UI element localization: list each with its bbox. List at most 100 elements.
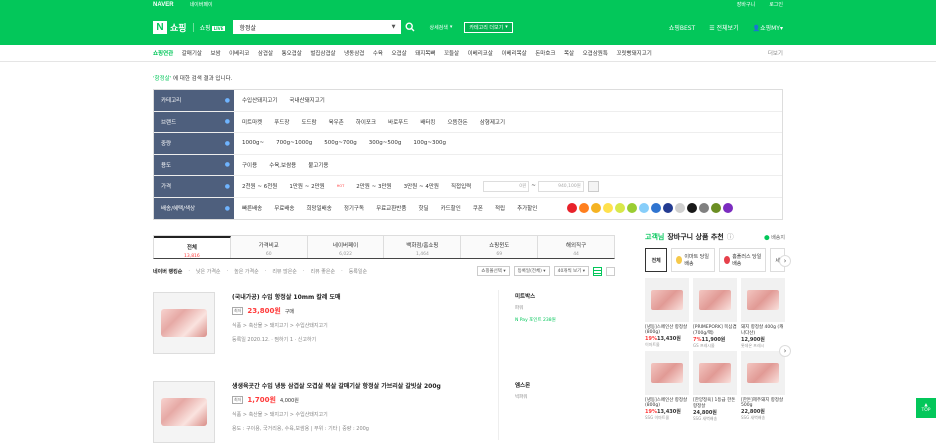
sort-option[interactable]: 리뷰 좋은순 [311, 268, 336, 275]
detail-search-button[interactable]: 상세검색 ▾ [429, 24, 452, 31]
info-icon[interactable]: ⓘ [727, 232, 734, 242]
page-size-select[interactable]: 40개씩 보기 ▾ [553, 266, 589, 276]
result-tab[interactable]: 쇼핑윈도 69 [461, 236, 539, 258]
filter-option[interactable]: 카드할인 [441, 204, 461, 212]
color-swatch[interactable] [603, 203, 614, 214]
delivery-address-link[interactable]: ⬤ 배송지 [764, 234, 785, 241]
related-keyword[interactable]: 이베리코살 [468, 49, 493, 57]
color-swatch[interactable] [591, 203, 602, 214]
recommend-card[interactable]: [냉동]스페인산 항정살 (800g) 19%13,430원 SSG 이마트몰 [645, 351, 689, 422]
expand-dot-icon[interactable]: ● [225, 97, 230, 104]
recommend-tab[interactable]: 홈플러스 당일배송 [719, 248, 767, 272]
scroll-top-button[interactable]: ▲ TOP [916, 398, 936, 418]
cart-link[interactable]: 장바구니 [737, 1, 755, 8]
filter-option[interactable]: 삼형제고기 [480, 118, 505, 126]
filter-option[interactable]: 무료교환반품 [376, 204, 406, 212]
next-tab-arrow[interactable]: › [779, 255, 791, 267]
color-swatch[interactable] [711, 203, 722, 214]
filter-option[interactable]: 빠른배송 [242, 204, 262, 212]
related-keyword[interactable]: 쇼핑연관 [153, 49, 173, 57]
color-swatch[interactable] [687, 203, 698, 214]
filter-option[interactable]: 500g~700g [324, 140, 357, 146]
related-keyword[interactable]: 보쌈 [211, 49, 221, 57]
filter-option[interactable]: 무료배송 [274, 204, 294, 212]
related-keyword[interactable]: 돼지목뼈 [415, 49, 435, 57]
sort-option[interactable]: 낮은 가격순 [196, 268, 221, 275]
filter-option[interactable]: 1만원 ~ 2만원 [289, 182, 324, 190]
filter-option[interactable]: 바로푸드 [388, 118, 408, 126]
naver-n-logo[interactable]: N [153, 20, 167, 34]
filter-option[interactable]: 1000g~ [242, 140, 264, 146]
naver-pay-link[interactable]: 네이버페이 [190, 1, 213, 8]
filter-option[interactable]: 으뜸한돈 [448, 118, 468, 126]
filter-option[interactable]: 국내산돼지고기 [289, 96, 324, 104]
filter-option[interactable]: 3만원 ~ 4만원 [404, 182, 439, 190]
color-swatch[interactable] [627, 203, 638, 214]
related-keyword[interactable]: 돈마호크 [535, 49, 555, 57]
related-keyword[interactable]: 벌집삼겹살 [310, 49, 335, 57]
filter-option[interactable]: 하이포크 [356, 118, 376, 126]
filter-option[interactable]: 쿠폰 [473, 204, 483, 212]
related-keyword[interactable]: 오겹삼원특 [583, 49, 608, 57]
result-tab[interactable]: 해외직구 44 [538, 236, 614, 258]
filter-option[interactable]: 100g~300g [413, 140, 446, 146]
next-card-arrow[interactable]: › [779, 345, 791, 357]
result-tab[interactable]: 네이버페이 6,022 [307, 236, 385, 258]
result-tab[interactable]: 가격비교 60 [230, 236, 308, 258]
filter-option[interactable]: 도드람 [301, 118, 316, 126]
filter-option[interactable]: 적립 [495, 204, 505, 212]
related-keyword[interactable]: 목살 [564, 49, 574, 57]
filter-option[interactable]: 추가할인 [517, 204, 537, 212]
expand-dot-icon[interactable]: ● [225, 140, 230, 147]
color-swatch[interactable] [651, 203, 662, 214]
mall-select[interactable]: 쇼핑몰선택 ▾ [477, 266, 510, 276]
shopping-best-link[interactable]: 쇼핑BEST [669, 23, 695, 32]
search-input[interactable]: 항정살 ▼ [233, 20, 402, 34]
product-title[interactable]: (국내가공) 수입 항정살 10mm 칼레 도매 [232, 292, 492, 301]
recommend-card[interactable]: [한양정육] 1등급 한돈 항정살 24,800원 SSG 새벽배송 [693, 351, 737, 422]
grid-view-icon[interactable] [606, 266, 615, 276]
related-keyword[interactable]: 오겹살 [392, 49, 407, 57]
product-price[interactable]: 23,800원 [247, 306, 280, 316]
search-button[interactable] [403, 20, 417, 34]
filter-option[interactable]: 직접입력 [451, 182, 471, 190]
recommend-tab[interactable]: 전체 [645, 248, 668, 272]
expand-dot-icon[interactable]: ● [225, 161, 230, 168]
related-keyword[interactable]: 삼겹살 [258, 49, 273, 57]
color-swatch[interactable] [663, 203, 674, 214]
related-keyword[interactable]: 냉동삼겹 [344, 49, 364, 57]
related-keyword[interactable]: 꼬들살 [444, 49, 459, 57]
filter-option[interactable]: 불고기용 [308, 161, 328, 169]
recommend-tab[interactable]: 이마트 당일배송 [671, 248, 716, 272]
search-dropdown-icon[interactable]: ▼ [392, 24, 396, 30]
naver-logo[interactable]: NAVER [153, 2, 174, 8]
related-keyword[interactable]: 수육 [373, 49, 383, 57]
category-more-button[interactable]: 카테고리 더보기 ▾ [464, 21, 513, 33]
filter-option[interactable]: 300g~500g [369, 140, 402, 146]
color-swatch[interactable] [639, 203, 650, 214]
color-swatch[interactable] [675, 203, 686, 214]
product-title[interactable]: 생생육곳간 수입 냉동 삼겹살 오겹살 목살 갈매기살 항정살 가브리살 갈빗살… [232, 381, 492, 390]
filter-option[interactable]: 미트마켓 [242, 118, 262, 126]
color-swatch[interactable] [567, 203, 578, 214]
price-search-button[interactable] [587, 180, 599, 192]
recommend-card[interactable]: 돼지 항정살 400g (캐나다산) 12,900원 롯데온 프레시 [741, 278, 785, 349]
color-swatch[interactable] [579, 203, 590, 214]
product-thumbnail[interactable] [153, 292, 215, 354]
view-all-link[interactable]: ☰ 전체보기 [709, 23, 738, 32]
sort-option[interactable]: 높은 가격순 [234, 268, 259, 275]
filter-option[interactable]: 푸드장 [274, 118, 289, 126]
expand-dot-icon[interactable]: ● [225, 118, 230, 125]
filter-option[interactable]: 구이용 [242, 161, 257, 169]
related-keyword[interactable]: 꼬릿빵돼지고기 [616, 49, 651, 57]
color-swatch[interactable] [699, 203, 710, 214]
filter-option[interactable]: 핫딜 [418, 204, 428, 212]
product-price[interactable]: 1,700원 [247, 395, 276, 405]
filter-option[interactable]: 2만원 ~ 3만원 [356, 182, 391, 190]
filter-option[interactable]: 육우촌 [329, 118, 344, 126]
expand-dot-icon[interactable]: ● [225, 205, 230, 212]
sort-option[interactable]: 네이버 랭킹순 [153, 268, 182, 275]
mall-name[interactable]: 미트박스 [515, 294, 535, 300]
mall-name[interactable]: 엠스몬 [515, 383, 530, 389]
filter-option[interactable]: 수육,보쌈용 [269, 161, 296, 169]
